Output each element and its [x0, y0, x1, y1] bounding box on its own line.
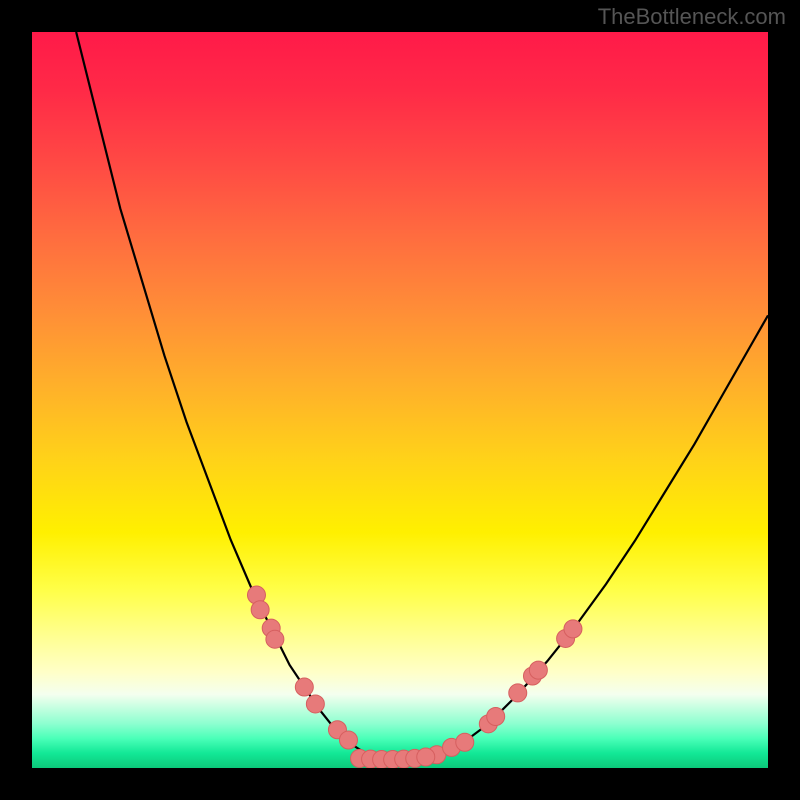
bottleneck-curve — [76, 32, 768, 761]
data-marker — [417, 748, 435, 766]
attribution-text: TheBottleneck.com — [598, 4, 786, 30]
data-marker — [251, 601, 269, 619]
data-marker — [564, 620, 582, 638]
chart-frame: TheBottleneck.com — [0, 0, 800, 800]
data-marker — [295, 678, 313, 696]
data-marker — [509, 684, 527, 702]
data-marker — [487, 707, 505, 725]
plot-area — [32, 32, 768, 768]
data-marker — [306, 695, 324, 713]
data-marker — [456, 733, 474, 751]
chart-svg — [32, 32, 768, 768]
data-marker — [529, 661, 547, 679]
data-marker — [339, 731, 357, 749]
data-marker — [266, 630, 284, 648]
